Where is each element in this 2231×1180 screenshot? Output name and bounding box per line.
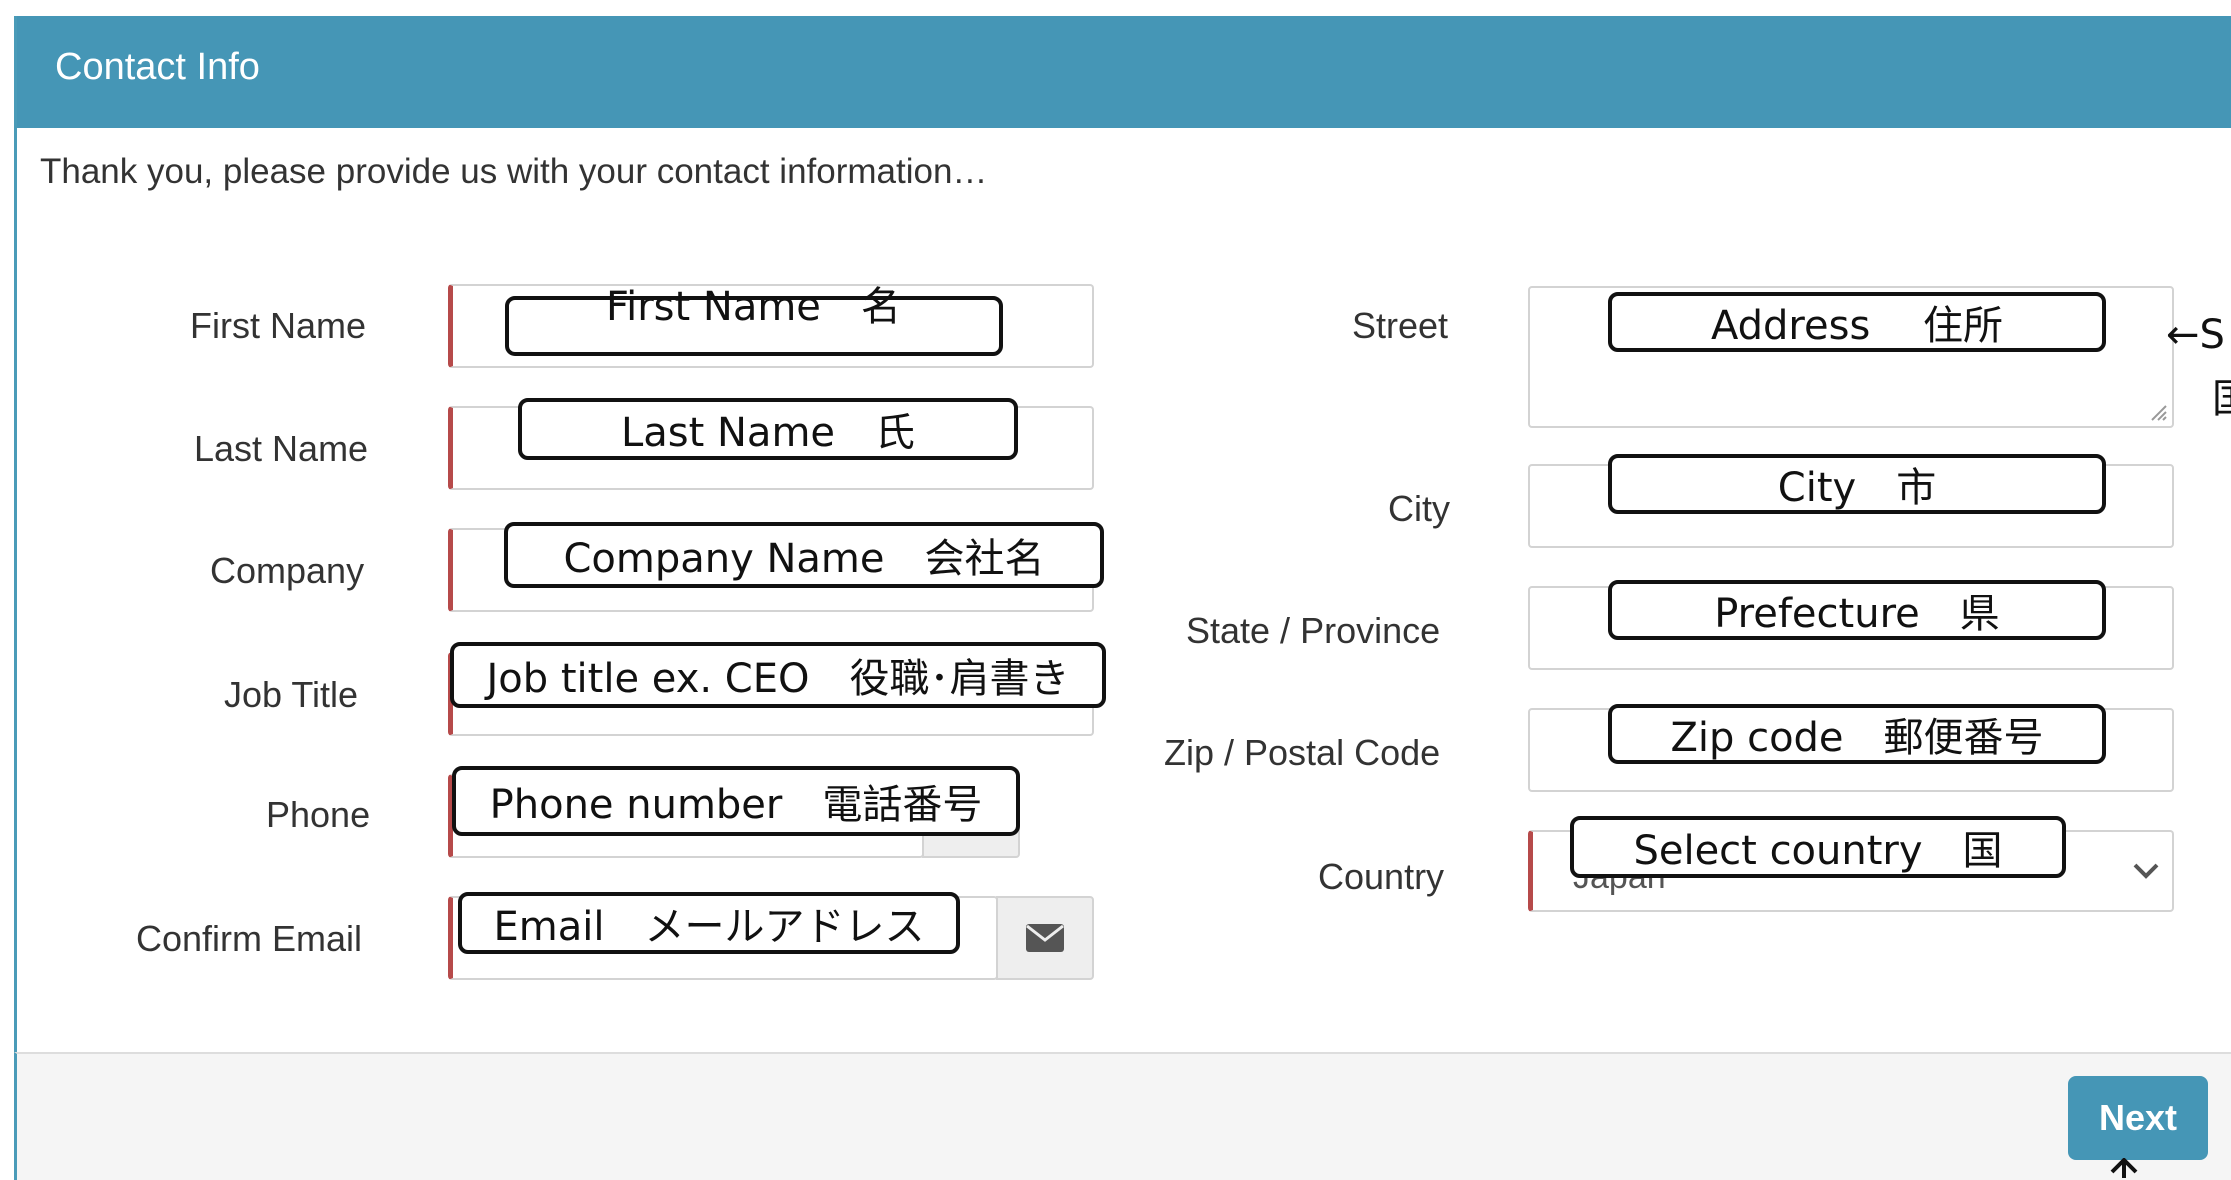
country-annotation: Select country 国 [1570, 816, 2066, 878]
country-label: Country [1318, 856, 1445, 897]
zip-label: Zip / Postal Code [1164, 732, 1441, 773]
state-annotation: Prefecture 県 [1608, 580, 2106, 640]
city-label: City [1388, 488, 1450, 529]
phone-label: Phone [266, 794, 371, 835]
panel-title: Contact Info [55, 46, 260, 88]
last-name-label: Last Name [194, 428, 369, 469]
street-side-annotation-2: 国 [2212, 366, 2231, 424]
panel-footer [14, 1052, 2231, 1180]
panel-header: Contact Info [17, 16, 2231, 128]
phone-annotation: Phone number 電話番号 [452, 766, 1020, 836]
company-annotation: Company Name 会社名 [504, 522, 1104, 588]
arrow-up-icon [2110, 1158, 2138, 1178]
state-label: State / Province [1186, 610, 1441, 651]
zip-annotation: Zip code 郵便番号 [1608, 704, 2106, 764]
next-button[interactable]: Next [2068, 1076, 2208, 1160]
job-title-annotation: Job title ex. CEO 役職･肩書き [450, 642, 1106, 708]
first-name-annotation-box [505, 296, 1003, 356]
intro-text: Thank you, please provide us with your c… [40, 152, 988, 191]
resize-handle-icon[interactable] [2148, 402, 2168, 422]
chevron-down-icon[interactable] [2132, 862, 2160, 880]
street-label: Street [1352, 305, 1449, 346]
confirm-email-label: Confirm Email [136, 918, 363, 959]
envelope-icon [1026, 924, 1064, 952]
city-annotation: City 市 [1608, 454, 2106, 514]
email-annotation: Email メールアドレス [458, 892, 960, 954]
last-name-annotation: Last Name 氏 [518, 398, 1018, 460]
job-title-label: Job Title [224, 674, 359, 715]
street-annotation: Address 住所 [1608, 292, 2106, 352]
email-addon [996, 896, 1094, 980]
street-side-annotation: ←S [2166, 312, 2225, 358]
company-label: Company [210, 550, 365, 591]
first-name-label: First Name [190, 305, 367, 346]
